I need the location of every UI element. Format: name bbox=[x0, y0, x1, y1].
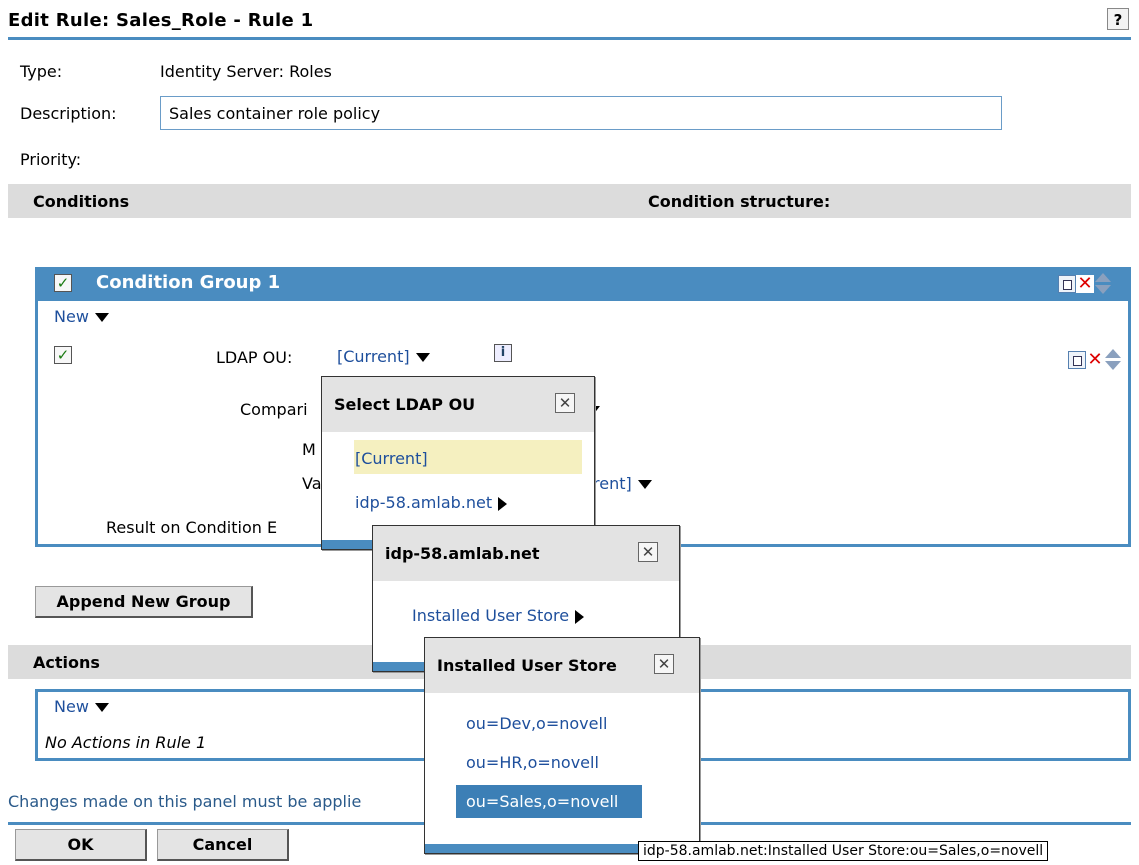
ou-option-server-label: idp-58.amlab.net bbox=[355, 493, 493, 512]
ldap-ou-label: LDAP OU: bbox=[216, 348, 293, 367]
condition-group-title: Condition Group 1 bbox=[96, 272, 281, 293]
selection-tooltip: idp-58.amlab.net:Installed User Store:ou… bbox=[638, 841, 1049, 861]
conditions-header: Conditions Condition structure: bbox=[8, 184, 1131, 218]
move-updown-icon[interactable] bbox=[1104, 349, 1122, 371]
select-ldap-ou-popup: Select LDAP OU ✕ [Current] idp-58.amlab.… bbox=[321, 376, 595, 550]
copy-icon[interactable] bbox=[1058, 275, 1076, 293]
ldap-ou-dropdown[interactable]: [Current] bbox=[337, 347, 430, 366]
type-label: Type: bbox=[20, 62, 63, 81]
chevron-down-icon bbox=[94, 313, 109, 322]
title-divider bbox=[8, 37, 1131, 40]
delete-icon[interactable]: ✕ bbox=[1076, 275, 1094, 293]
ou-option-hr[interactable]: ou=HR,o=novell bbox=[466, 753, 599, 772]
conditions-title: Conditions bbox=[33, 192, 130, 211]
group-new-label: New bbox=[54, 307, 89, 326]
value-dropdown[interactable]: rent] bbox=[593, 474, 652, 493]
close-icon[interactable]: ✕ bbox=[654, 654, 674, 674]
move-updown-icon[interactable] bbox=[1094, 273, 1112, 295]
result-label: Result on Condition E bbox=[106, 518, 278, 537]
close-icon[interactable]: ✕ bbox=[638, 542, 658, 562]
chevron-right-icon bbox=[498, 496, 508, 511]
ou-option-dev[interactable]: ou=Dev,o=novell bbox=[466, 714, 607, 733]
page-title: Edit Rule: Sales_Role - Rule 1 bbox=[8, 10, 314, 31]
ou-option-current[interactable]: [Current] bbox=[355, 449, 428, 468]
actions-new-menu[interactable]: New bbox=[54, 697, 109, 716]
popup-title: Select LDAP OU bbox=[334, 395, 476, 414]
popup-title: idp-58.amlab.net bbox=[385, 544, 540, 563]
group-toolbar: ✕ bbox=[1058, 273, 1112, 295]
chevron-down-icon bbox=[94, 703, 109, 712]
actions-new-label: New bbox=[54, 697, 89, 716]
close-icon[interactable]: ✕ bbox=[555, 393, 575, 413]
info-icon[interactable]: i bbox=[494, 344, 512, 362]
comparison-label: Compari bbox=[240, 400, 308, 419]
store-option-installed[interactable]: Installed User Store bbox=[412, 606, 585, 625]
group-enable-checkbox[interactable]: ✓ bbox=[54, 274, 72, 292]
cancel-button[interactable]: Cancel bbox=[157, 829, 289, 861]
help-button[interactable]: ? bbox=[1107, 8, 1129, 30]
actions-title: Actions bbox=[33, 653, 100, 672]
condition-structure-label: Condition structure: bbox=[648, 192, 831, 211]
chevron-down-icon bbox=[415, 353, 430, 362]
store-option-label: Installed User Store bbox=[412, 606, 570, 625]
apply-note: Changes made on this panel must be appli… bbox=[8, 792, 362, 811]
copy-icon[interactable] bbox=[1068, 351, 1086, 369]
ou-option-server[interactable]: idp-58.amlab.net bbox=[355, 493, 508, 512]
value-dropdown-text: rent] bbox=[593, 474, 632, 493]
group-new-menu[interactable]: New bbox=[54, 307, 109, 326]
condition-toolbar: ✕ bbox=[1068, 349, 1122, 371]
type-value: Identity Server: Roles bbox=[160, 62, 332, 81]
no-actions-text: No Actions in Rule 1 bbox=[45, 733, 207, 752]
mode-label: M bbox=[302, 440, 316, 459]
ou-option-sales[interactable]: ou=Sales,o=novell bbox=[466, 792, 618, 811]
value-label: Va bbox=[302, 474, 322, 493]
condition-enable-checkbox[interactable]: ✓ bbox=[54, 346, 72, 364]
delete-icon[interactable]: ✕ bbox=[1086, 351, 1104, 369]
description-label: Description: bbox=[20, 104, 117, 123]
ok-button[interactable]: OK bbox=[15, 829, 147, 861]
ldap-ou-value: [Current] bbox=[337, 347, 410, 366]
append-new-group-button[interactable]: Append New Group bbox=[35, 586, 253, 618]
description-input[interactable] bbox=[160, 96, 1002, 130]
user-store-popup: Installed User Store ✕ ou=Dev,o=novell o… bbox=[424, 637, 700, 854]
chevron-right-icon bbox=[575, 609, 585, 624]
priority-label: Priority: bbox=[20, 150, 82, 169]
popup-title: Installed User Store bbox=[437, 656, 617, 675]
chevron-down-icon bbox=[637, 480, 652, 489]
